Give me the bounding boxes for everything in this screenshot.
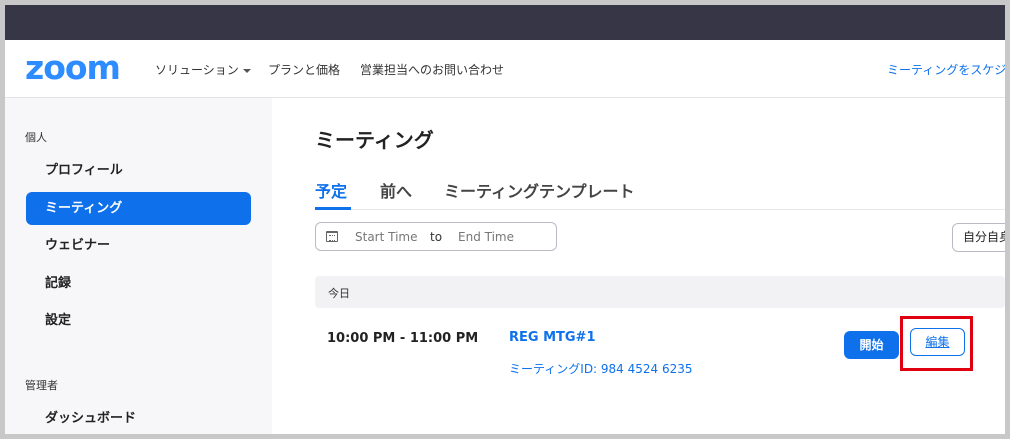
admin-heading: 管理者 bbox=[25, 379, 58, 392]
tab-divider bbox=[315, 209, 1005, 210]
sidebar-item-meetings[interactable]: ミーティング bbox=[26, 192, 251, 225]
top-bar bbox=[5, 5, 1005, 40]
nav-solutions-label: ソリューション bbox=[155, 63, 239, 77]
schedule-meeting-link[interactable]: ミーティングをスケジュ bbox=[887, 62, 1005, 78]
edit-button[interactable]: 編集 bbox=[910, 328, 965, 356]
timezone-button[interactable]: 自分自身 bbox=[952, 223, 1005, 252]
meeting-title-link[interactable]: REG MTG#1 bbox=[509, 330, 596, 345]
zoom-logo[interactable]: zoom bbox=[25, 50, 121, 86]
sidebar-item-profile[interactable]: プロフィール bbox=[26, 154, 251, 187]
edit-highlight-box: 編集 bbox=[900, 316, 973, 371]
tab-previous[interactable]: 前へ bbox=[380, 178, 412, 202]
day-label: 今日 bbox=[328, 287, 350, 300]
browser-frame: zoom ソリューション プランと価格 営業担当へのお問い合わせ ミーティングを… bbox=[5, 5, 1005, 434]
tab-meeting-templates[interactable]: ミーティングテンプレート bbox=[444, 178, 635, 202]
date-range-to: to bbox=[430, 230, 443, 244]
sidebar: 個人 プロフィール ミーティング ウェビナー 記録 設定 管理者 ダッシュボード bbox=[5, 98, 272, 434]
sidebar-item-dashboard[interactable]: ダッシュボード bbox=[26, 402, 251, 434]
date-range-picker[interactable]: Start Time to End Time bbox=[315, 222, 557, 251]
sidebar-item-webinars[interactable]: ウェビナー bbox=[26, 229, 251, 262]
main-content: ミーティング 予定 前へ ミーティングテンプレート Start Time to … bbox=[272, 98, 1005, 434]
chevron-down-icon bbox=[242, 68, 251, 73]
page-title: ミーティング bbox=[315, 128, 434, 152]
personal-heading: 個人 bbox=[25, 131, 47, 144]
tab-upcoming[interactable]: 予定 bbox=[315, 178, 347, 202]
nav-solutions[interactable]: ソリューション bbox=[155, 62, 251, 78]
active-tab-indicator bbox=[315, 207, 351, 210]
start-button[interactable]: 開始 bbox=[844, 331, 899, 359]
calendar-icon bbox=[326, 231, 338, 242]
meeting-time: 10:00 PM - 11:00 PM bbox=[327, 331, 479, 346]
nav-contact-sales[interactable]: 営業担当へのお問い合わせ bbox=[360, 62, 504, 78]
sidebar-item-recordings[interactable]: 記録 bbox=[26, 267, 251, 300]
meeting-id-link[interactable]: ミーティングID: 984 4524 6235 bbox=[509, 360, 693, 377]
header: zoom ソリューション プランと価格 営業担当へのお問い合わせ ミーティングを… bbox=[5, 40, 1005, 98]
start-time-input[interactable]: Start Time bbox=[355, 230, 418, 244]
nav-plans-pricing[interactable]: プランと価格 bbox=[268, 62, 340, 78]
sidebar-item-settings[interactable]: 設定 bbox=[26, 304, 251, 337]
end-time-input[interactable]: End Time bbox=[458, 230, 514, 244]
day-header: 今日 bbox=[315, 276, 1005, 308]
